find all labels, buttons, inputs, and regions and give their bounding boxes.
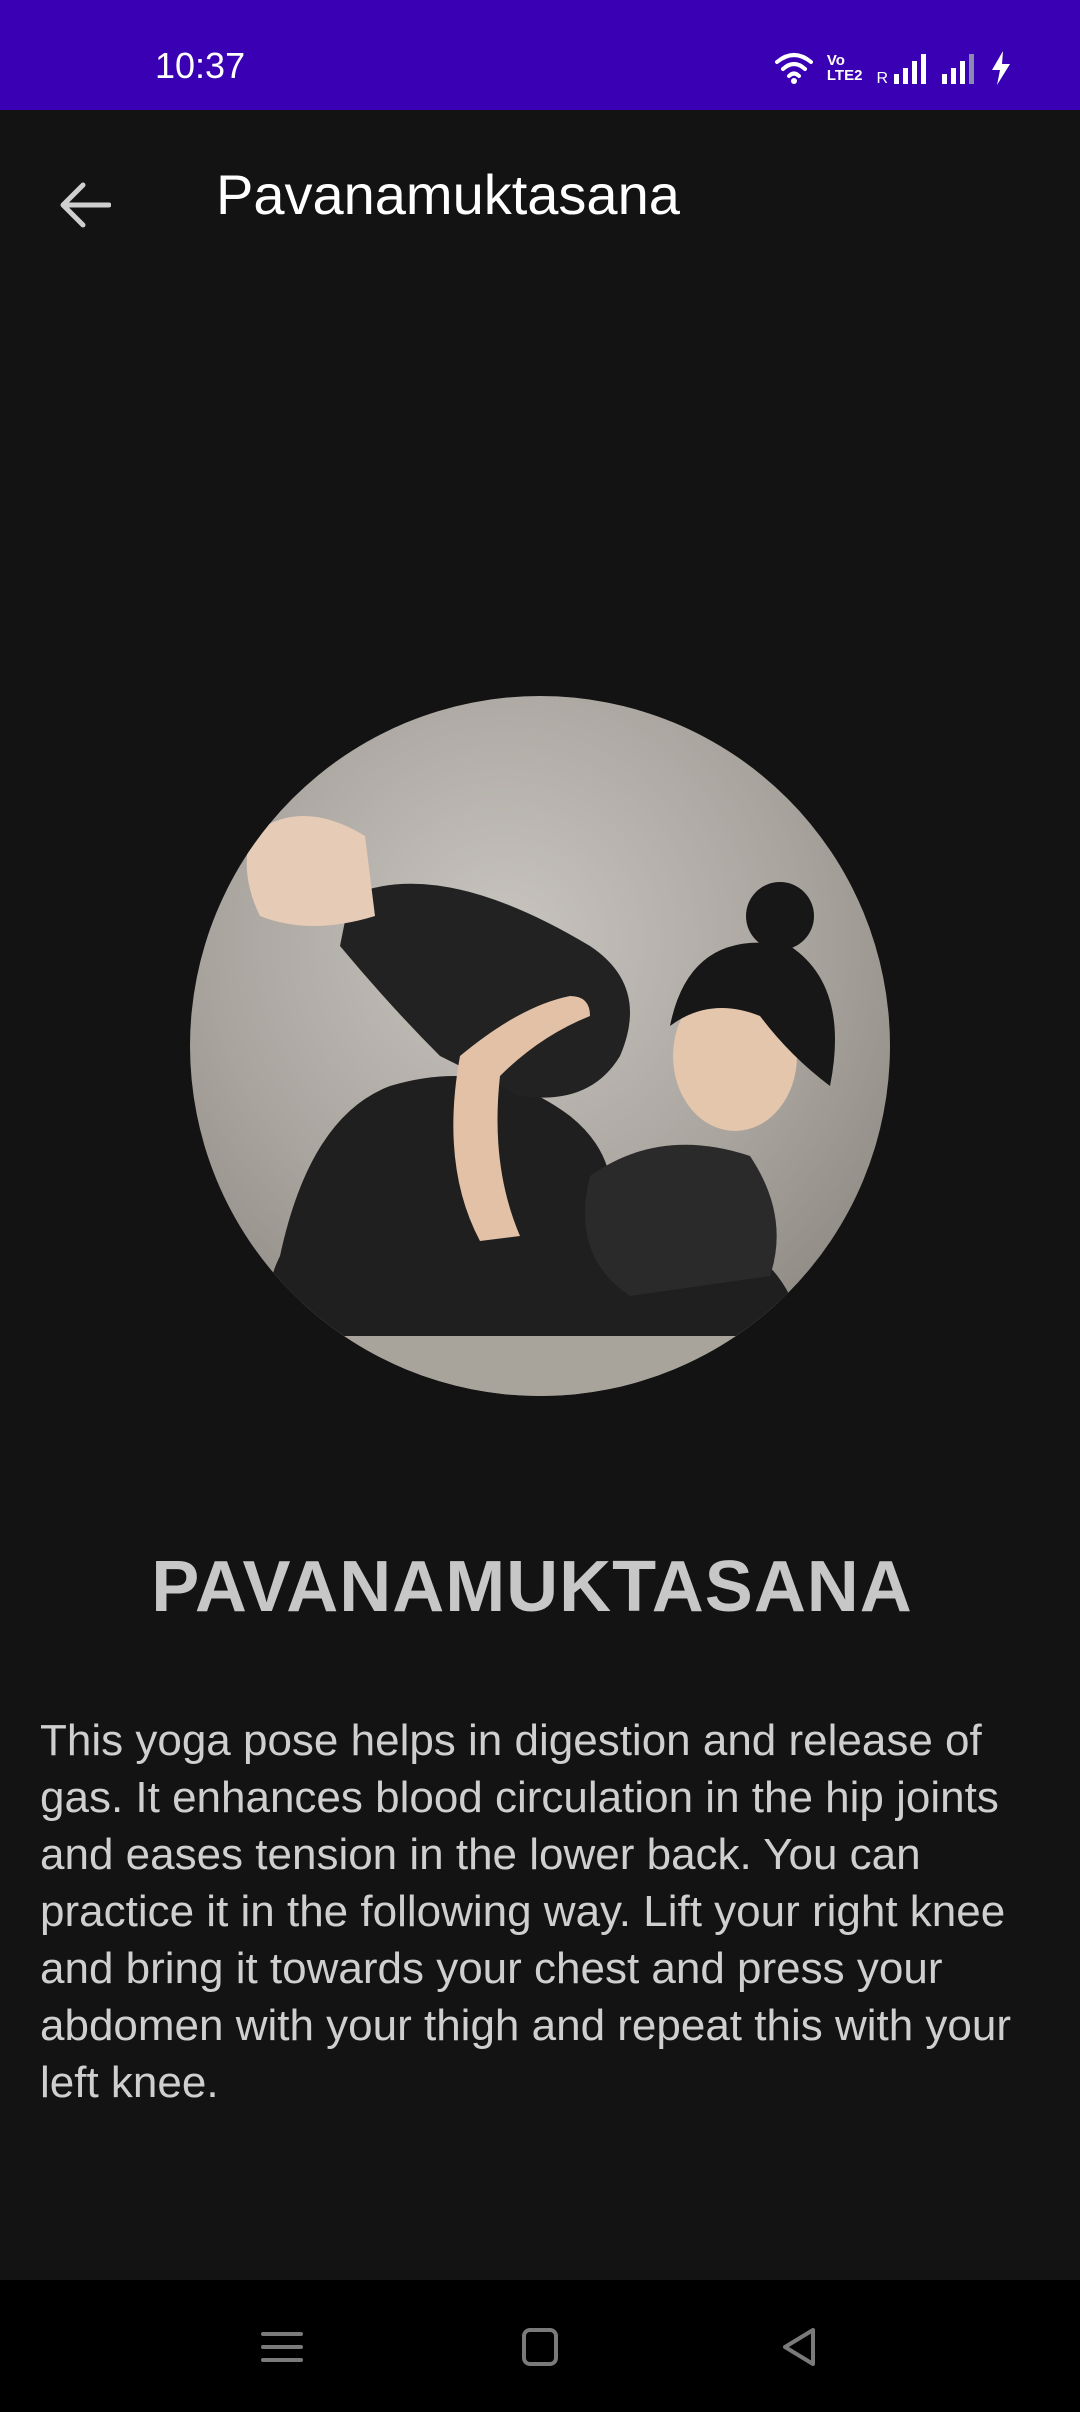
pose-title: PAVANAMUKTASANA bbox=[151, 1547, 913, 1627]
arrow-left-icon bbox=[60, 182, 111, 228]
woman-doing-pavanamuktasana-photo bbox=[190, 696, 890, 1396]
roaming-indicator: R bbox=[876, 70, 888, 87]
back-button[interactable] bbox=[40, 160, 130, 250]
menu-icon[interactable] bbox=[257, 2322, 307, 2372]
volte-top-label: Vo bbox=[826, 52, 845, 69]
pose-description: This yoga pose helps in digestion and re… bbox=[40, 1716, 1012, 2107]
status-icons: Vo LTE2 R bbox=[774, 48, 1012, 88]
app-bar: Pavanamuktasana bbox=[0, 110, 1080, 280]
status-bar: 10:37 Vo LTE2 R bbox=[0, 0, 1080, 110]
signal-icon bbox=[894, 54, 926, 84]
navigation-bar bbox=[0, 2280, 1080, 2412]
signal-icon bbox=[942, 54, 974, 84]
charging-icon bbox=[992, 51, 1010, 85]
pose-image bbox=[190, 696, 890, 1396]
home-icon[interactable] bbox=[515, 2322, 565, 2372]
volte-bottom-label: LTE2 bbox=[826, 67, 863, 84]
page-title: Pavanamuktasana bbox=[216, 163, 680, 226]
status-time: 10:37 bbox=[155, 45, 246, 86]
wifi-icon bbox=[774, 53, 813, 84]
volte-icon: Vo LTE2 bbox=[827, 53, 863, 83]
back-triangle-icon[interactable] bbox=[775, 2322, 825, 2372]
